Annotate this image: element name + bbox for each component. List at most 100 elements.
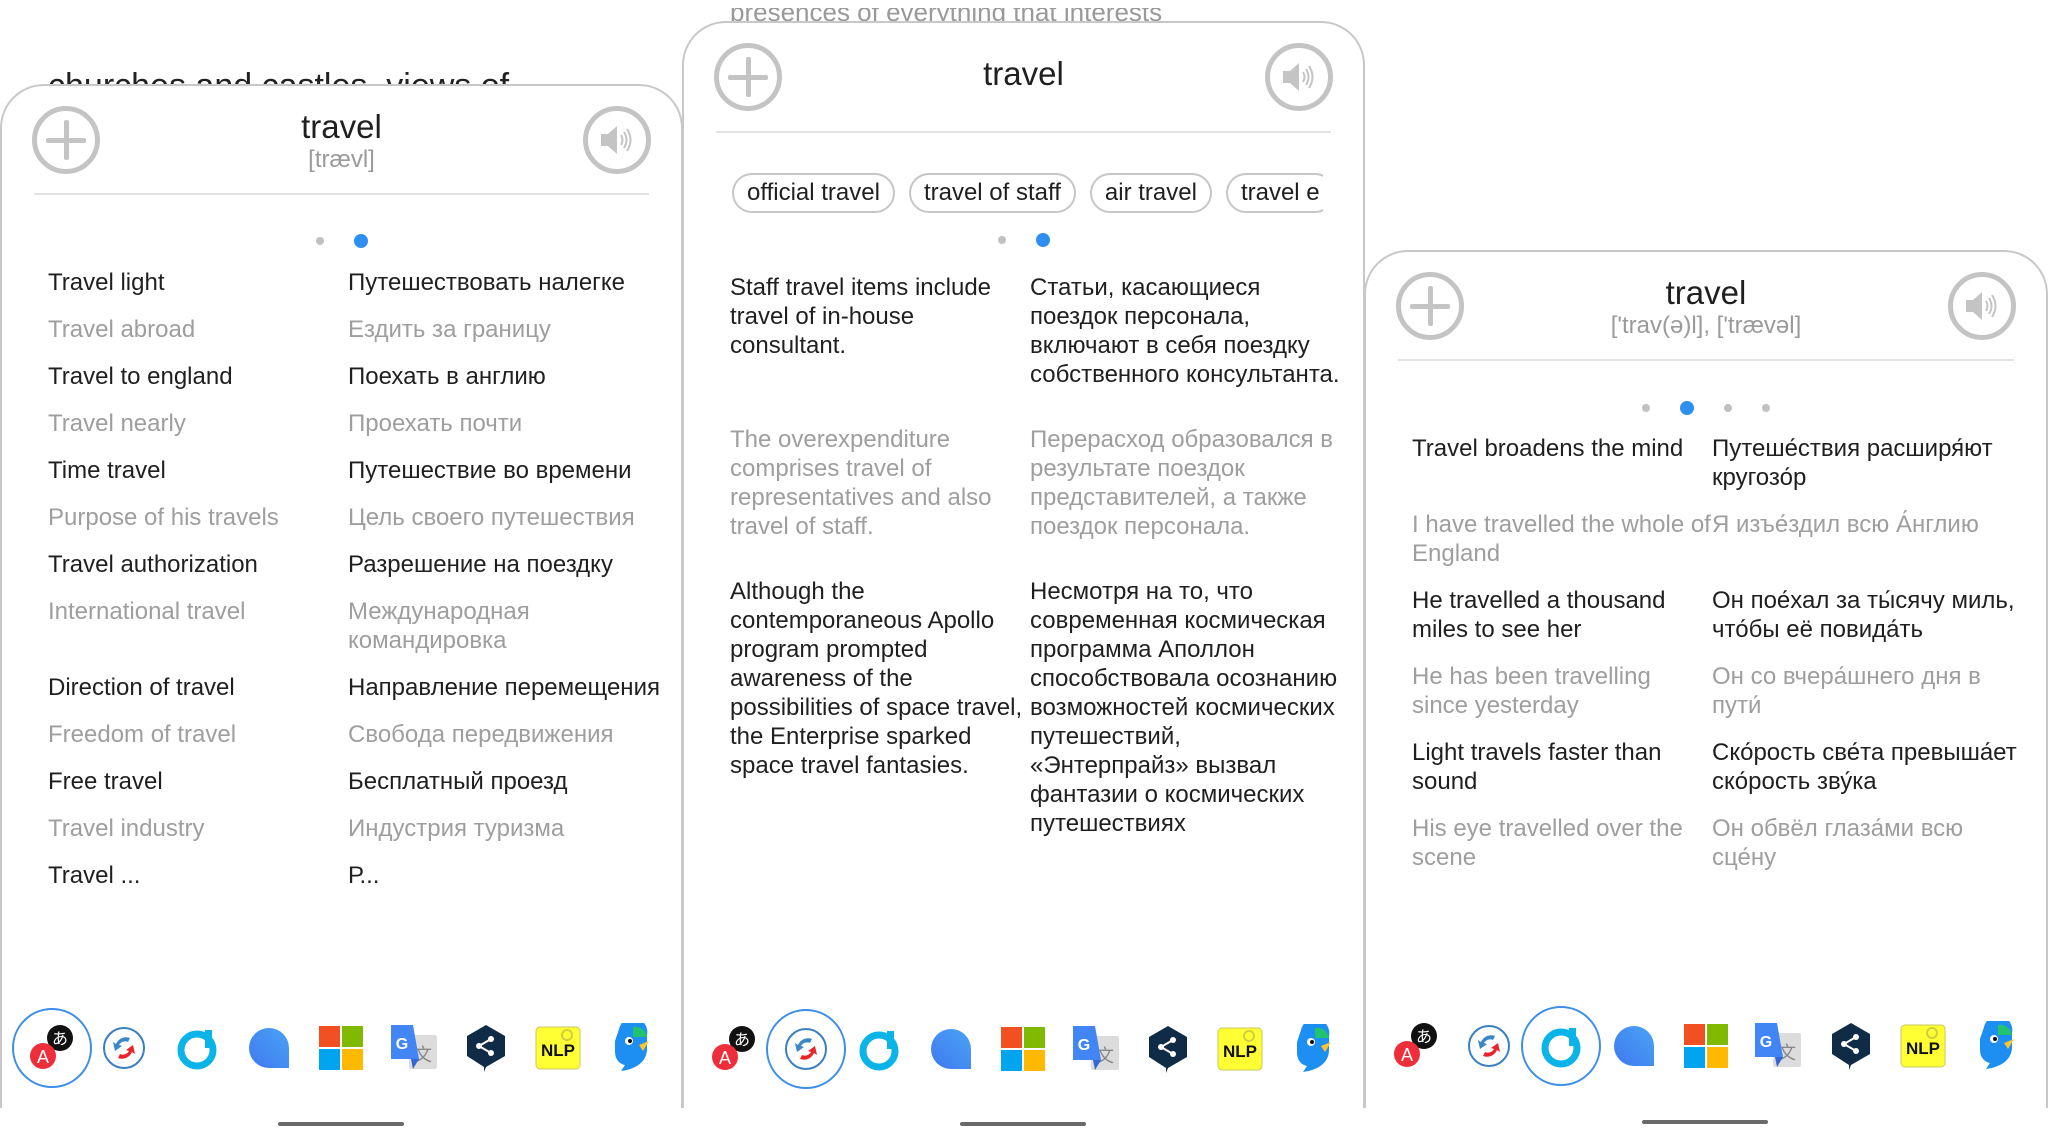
page-dot-2-active[interactable] bbox=[353, 234, 368, 248]
translate-a-icon-glyph: あA bbox=[712, 1026, 756, 1070]
translation-row[interactable]: Direction of travel Направление перемещен… bbox=[48, 673, 661, 702]
translated-text: Путеше́ствия расширя́ют кругозо́р bbox=[1712, 435, 1993, 491]
microsoft-icon[interactable] bbox=[1676, 1016, 1736, 1076]
speaker-icon bbox=[1966, 292, 1997, 320]
translation-row[interactable]: He travelled a thousand miles to see her… bbox=[1412, 586, 2026, 644]
translation-row[interactable]: The overexpenditure comprises travel of … bbox=[730, 425, 1343, 541]
collocation-chip[interactable]: official travel bbox=[732, 173, 895, 213]
home-indicator[interactable] bbox=[278, 1122, 404, 1126]
nlp-icon[interactable]: NLP bbox=[1210, 1019, 1270, 1079]
translation-row[interactable]: Purpose of his travels Цель своего путеше… bbox=[48, 503, 661, 532]
translation-row[interactable]: His eye travelled over the scene Он обвёл… bbox=[1412, 814, 2026, 872]
papago-icon[interactable] bbox=[1966, 1016, 2026, 1076]
translation-row[interactable]: Travel light Путешествовать налегке bbox=[48, 268, 661, 297]
microsoft-icon[interactable] bbox=[311, 1018, 371, 1078]
page-dot-1[interactable] bbox=[997, 236, 1006, 244]
background-text-middle: presences of everything that interests bbox=[730, 8, 1330, 21]
collocation-chip[interactable]: travel of staff bbox=[908, 173, 1076, 213]
svg-text:あ: あ bbox=[52, 1029, 68, 1048]
google-translate-icon[interactable]: 文G bbox=[1066, 1019, 1126, 1079]
page-dot-1[interactable] bbox=[315, 237, 324, 245]
translation-row[interactable]: He has been travelling since yesterday Он… bbox=[1412, 662, 2026, 720]
collocation-chip[interactable]: travel e bbox=[1225, 173, 1323, 213]
papago-icon[interactable] bbox=[1283, 1019, 1343, 1079]
source-text: International travel bbox=[48, 598, 246, 625]
svg-text:G: G bbox=[1078, 1037, 1090, 1054]
translation-row[interactable]: Freedom of travel Свобода передвижения bbox=[48, 720, 661, 749]
translation-row[interactable]: Travel industry Индустрия туризма bbox=[48, 814, 661, 843]
phonetic-transcription: ['trav(ə)l], ['trævəl] bbox=[1610, 312, 1802, 339]
translation-row[interactable]: Free travel Бесплатный проезд bbox=[48, 767, 661, 796]
source-text: He travelled a thousand miles to see her bbox=[1412, 587, 1666, 643]
reverso-icon[interactable] bbox=[94, 1018, 154, 1078]
translate-a-icon[interactable]: あA bbox=[12, 1008, 93, 1088]
pronounce-button[interactable] bbox=[1265, 43, 1333, 111]
blue-bubble-icon[interactable] bbox=[239, 1018, 299, 1078]
nlp-icon-glyph: NLP bbox=[1900, 1024, 1946, 1068]
collocation-chip[interactable]: air travel bbox=[1089, 173, 1212, 213]
nlp-icon[interactable]: NLP bbox=[528, 1018, 588, 1078]
translation-row[interactable]: Travel authorization Разрешение на поездк… bbox=[48, 550, 661, 579]
translation-row[interactable]: Travel abroad Ездить за границу bbox=[48, 315, 661, 344]
translated-text: Свобода передвижения bbox=[348, 721, 614, 748]
collocation-chips: official travel travel of staff air travel… bbox=[732, 173, 1323, 213]
nlp-icon-glyph: NLP bbox=[535, 1026, 581, 1070]
reverso-icon-glyph bbox=[785, 1028, 828, 1070]
translation-row[interactable]: Staff travel items include travel of in-… bbox=[730, 273, 1343, 389]
deepl-icon[interactable] bbox=[456, 1018, 516, 1078]
translation-row[interactable]: International travel Международная команд… bbox=[48, 597, 661, 655]
translated-text: Цель своего путешествия bbox=[348, 504, 635, 531]
translated-text: Он обвёл глаза́ми всю сце́ну bbox=[1712, 815, 1964, 871]
google-translate-icon[interactable]: 文G bbox=[1748, 1016, 1808, 1076]
page-dot-1[interactable] bbox=[1642, 404, 1650, 412]
source-text: Travel nearly bbox=[48, 410, 186, 437]
translation-row[interactable]: Time travel Путешествие во времени bbox=[48, 456, 661, 485]
translate-a-icon[interactable]: あA bbox=[704, 1019, 764, 1079]
pronounce-button[interactable] bbox=[1948, 272, 2016, 340]
page-dot-3[interactable] bbox=[1724, 404, 1732, 412]
deepl-icon[interactable] bbox=[1138, 1019, 1198, 1079]
dict-d-icon[interactable] bbox=[849, 1019, 909, 1079]
translation-row[interactable]: Travel nearly Проехать почти bbox=[48, 409, 661, 438]
deepl-icon[interactable] bbox=[1821, 1016, 1881, 1076]
nlp-icon[interactable]: NLP bbox=[1893, 1016, 1953, 1076]
page-dot-4[interactable] bbox=[1762, 404, 1770, 412]
source-text: Freedom of travel bbox=[48, 721, 237, 748]
translation-row[interactable]: Travel broadens the mind Путеше́ствия рас… bbox=[1412, 434, 2026, 492]
papago-icon[interactable] bbox=[601, 1018, 661, 1078]
blue-bubble-icon[interactable] bbox=[921, 1019, 981, 1079]
translation-row[interactable]: I have travelled the whole of England Я и… bbox=[1412, 510, 2026, 568]
translated-text: Я изъе́здил всю А́нглию bbox=[1712, 511, 1979, 538]
blue-bubble-icon-glyph bbox=[249, 1028, 290, 1068]
dict-d-icon[interactable] bbox=[1521, 1006, 1602, 1086]
microsoft-icon[interactable] bbox=[993, 1019, 1053, 1079]
svg-text:A: A bbox=[37, 1047, 49, 1067]
page-indicator bbox=[1366, 401, 2046, 415]
source-text: Free travel bbox=[48, 768, 163, 795]
deepl-icon-glyph bbox=[467, 1025, 506, 1072]
papago-icon-glyph bbox=[1296, 1024, 1331, 1072]
sentence-list: Travel broadens the mind Путеше́ствия рас… bbox=[1412, 434, 2026, 890]
pronounce-button[interactable] bbox=[583, 106, 651, 174]
translate-a-icon[interactable]: あA bbox=[1386, 1016, 1446, 1076]
translation-row[interactable]: Travel ... Р... bbox=[48, 861, 661, 890]
dict-d-icon[interactable] bbox=[167, 1018, 227, 1078]
blue-bubble-icon[interactable] bbox=[1604, 1016, 1664, 1076]
reverso-icon[interactable] bbox=[1459, 1016, 1519, 1076]
google-translate-icon[interactable]: 文G bbox=[384, 1018, 444, 1078]
nlp-icon-glyph: NLP bbox=[1217, 1027, 1263, 1071]
dict-d-icon-glyph bbox=[859, 1031, 899, 1071]
translation-row[interactable]: Although the contemporaneous Apollo prog… bbox=[730, 577, 1343, 838]
source-text: Travel to england bbox=[48, 363, 233, 390]
page-dot-2-active[interactable] bbox=[1680, 401, 1694, 415]
microsoft-icon-glyph bbox=[1001, 1027, 1046, 1071]
header-divider bbox=[34, 193, 649, 195]
microsoft-icon-glyph bbox=[1683, 1024, 1728, 1068]
reverso-icon[interactable] bbox=[766, 1009, 847, 1089]
home-indicator[interactable] bbox=[960, 1122, 1086, 1126]
home-indicator[interactable] bbox=[1642, 1120, 1768, 1124]
translation-row[interactable]: Travel to england Поехать в англию bbox=[48, 362, 661, 391]
page-dot-2-active[interactable] bbox=[1035, 233, 1050, 247]
translated-text: Индустрия туризма bbox=[348, 815, 565, 842]
translation-row[interactable]: Light travels faster than sound Ско́рость… bbox=[1412, 738, 2026, 796]
